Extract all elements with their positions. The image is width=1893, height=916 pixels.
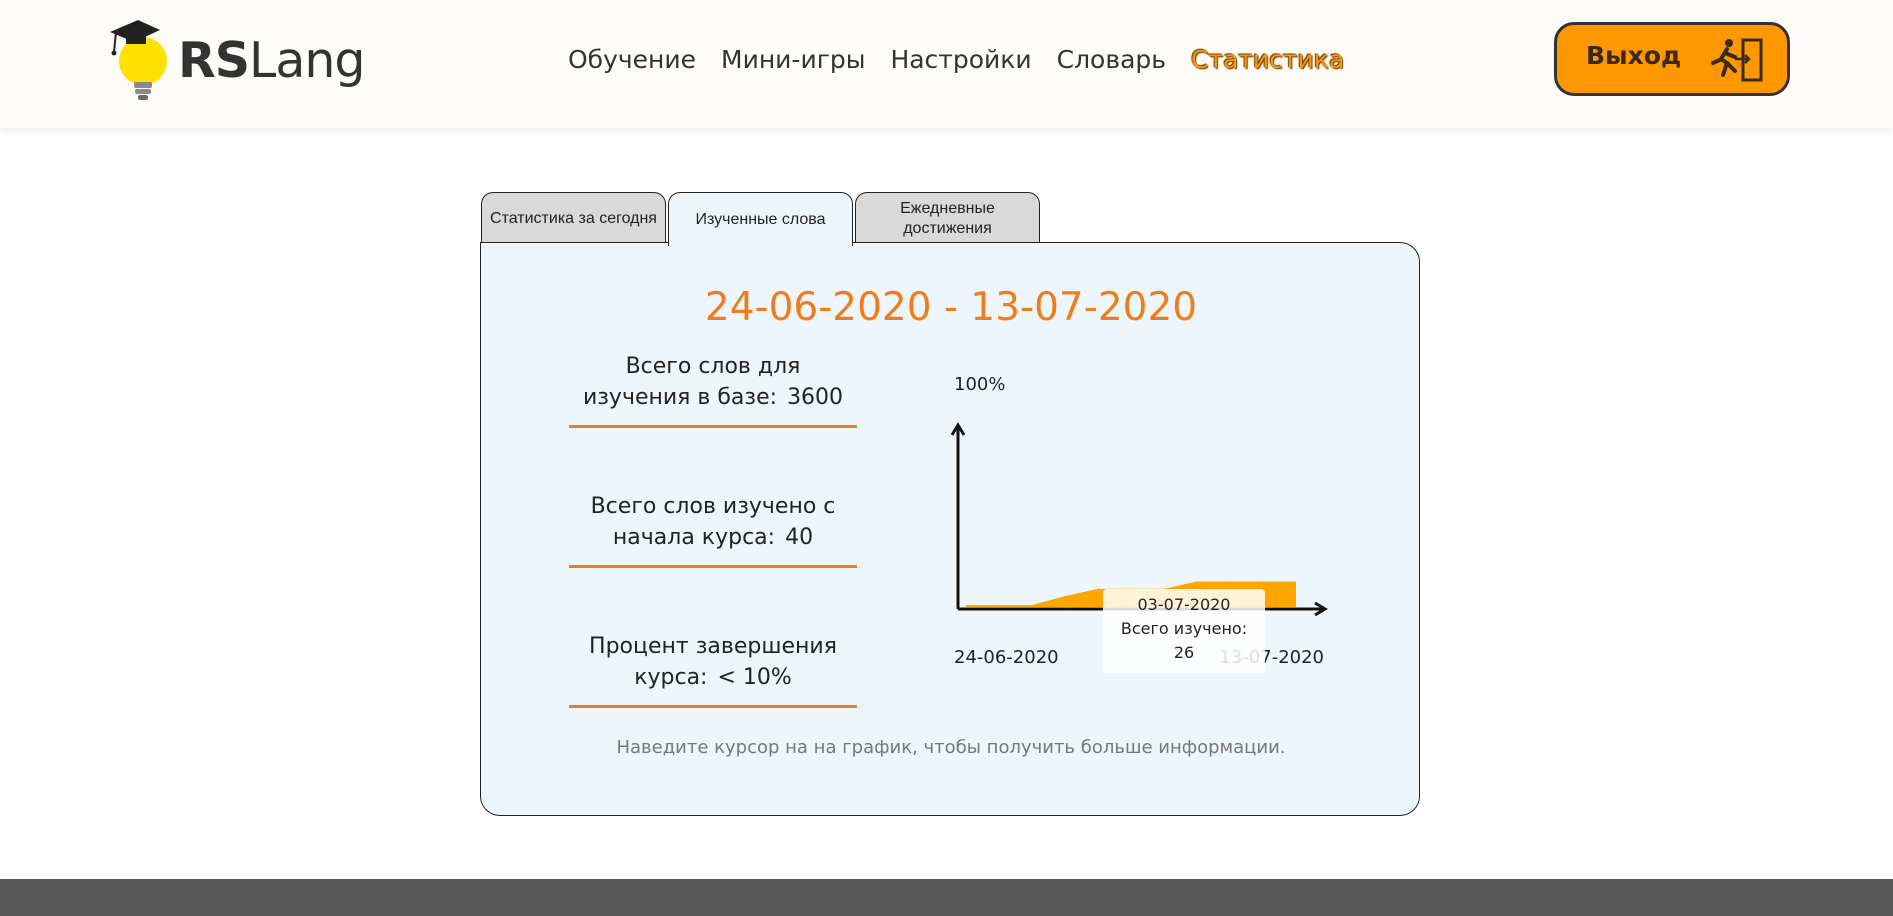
exit-door-icon <box>1711 38 1763 82</box>
header: RSLang Обучение Мини-игры Настройки Слов… <box>0 0 1893 128</box>
tab-today-stats[interactable]: Статистика за сегодня <box>481 192 666 244</box>
learned-words-chart[interactable]: 100% 24-06-2020 13-07-2020 03-07-2020 Вс… <box>941 363 1361 683</box>
stat-total-words: Всего слов для изучения в базе: 3600 <box>569 351 857 428</box>
data-point[interactable] <box>998 604 1000 606</box>
stat-value: < 10% <box>717 665 792 690</box>
nav-item-settings[interactable]: Настройки <box>890 40 1031 80</box>
data-point[interactable] <box>1262 581 1264 583</box>
data-point[interactable] <box>1229 581 1231 583</box>
date-range-title: 24-06-2020 - 13-07-2020 <box>704 285 1198 330</box>
logo[interactable]: RSLang <box>108 18 366 108</box>
data-point[interactable] <box>1097 588 1099 590</box>
logout-label: Выход <box>1586 41 1682 70</box>
stats-panel: 24-06-2020 - 13-07-2020 Всего слов для и… <box>480 242 1420 816</box>
tooltip-value: 26 <box>1174 643 1194 662</box>
tab-learned-words[interactable]: Изученные слова <box>668 192 853 246</box>
stat-value: 3600 <box>787 385 844 410</box>
stat-label: Всего слов для изучения в базе: <box>582 354 801 410</box>
data-point[interactable] <box>1064 595 1066 597</box>
stat-learned-words: Всего слов изучено с начала курса: 40 <box>569 491 857 568</box>
stat-label: Процент завершения курса: <box>589 634 837 690</box>
footer <box>0 879 1893 916</box>
lightbulb-graduate-icon <box>110 20 167 100</box>
logo-text: RSLang <box>178 32 366 89</box>
logout-button[interactable]: Выход <box>1554 22 1790 96</box>
nav-item-mini-games[interactable]: Мини-игры <box>721 40 865 80</box>
tab-daily-achievements[interactable]: Ежедневные достижения <box>855 192 1040 244</box>
main-nav: Обучение Мини-игры Настройки Словарь Ста… <box>568 40 1369 80</box>
nav-item-learning[interactable]: Обучение <box>568 40 696 80</box>
nav-item-dictionary[interactable]: Словарь <box>1057 40 1166 80</box>
data-point[interactable] <box>1196 581 1198 583</box>
stat-value: 40 <box>785 525 814 550</box>
nav-item-statistics[interactable]: Статистика <box>1191 40 1344 80</box>
stat-completion-percent: Процент завершения курса: < 10% <box>569 631 857 708</box>
data-point[interactable] <box>965 604 967 606</box>
y-top-label: 100% <box>954 374 1005 395</box>
data-point[interactable] <box>1031 604 1033 606</box>
chart-tooltip: 03-07-2020 Всего изучено: 26 <box>1103 589 1265 673</box>
x-start-label: 24-06-2020 <box>954 647 1059 668</box>
chart-hint: Наведите курсор на на график, чтобы полу… <box>616 737 1286 758</box>
tooltip-date: 03-07-2020 <box>1138 595 1231 614</box>
data-point[interactable] <box>1295 581 1297 583</box>
tooltip-label: Всего изучено: <box>1121 619 1247 638</box>
